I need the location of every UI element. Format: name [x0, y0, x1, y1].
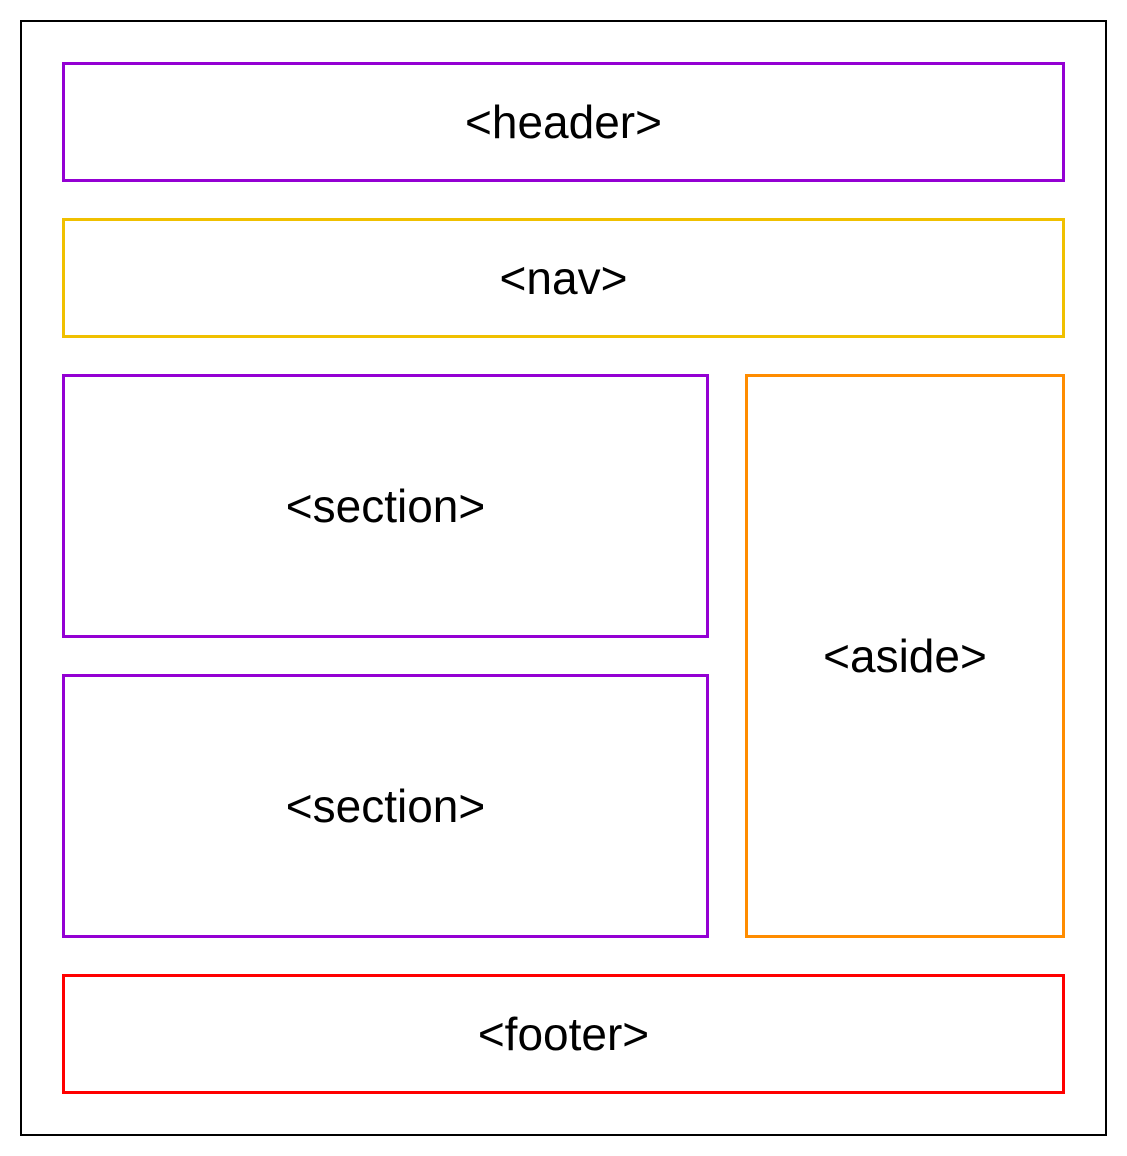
aside-region-box: <aside>	[745, 374, 1065, 938]
header-label: <header>	[465, 95, 662, 149]
footer-region-box: <footer>	[62, 974, 1065, 1094]
footer-label: <footer>	[478, 1007, 649, 1061]
section-region-box-2: <section>	[62, 674, 709, 938]
nav-region-box: <nav>	[62, 218, 1065, 338]
header-region-box: <header>	[62, 62, 1065, 182]
section-region-box-1: <section>	[62, 374, 709, 638]
nav-label: <nav>	[500, 251, 628, 305]
aside-label: <aside>	[823, 629, 987, 683]
section-label-2: <section>	[286, 779, 485, 833]
middle-row: <section> <section> <aside>	[62, 374, 1065, 938]
section-label-1: <section>	[286, 479, 485, 533]
layout-diagram-container: <header> <nav> <section> <section> <asid…	[20, 20, 1107, 1136]
sections-column: <section> <section>	[62, 374, 709, 938]
